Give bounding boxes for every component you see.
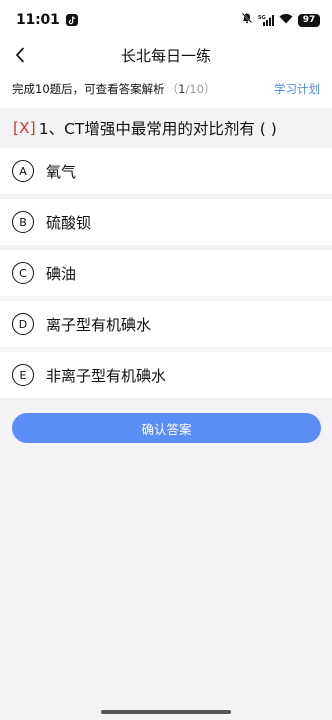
- mute-bell-icon: [241, 12, 253, 28]
- option-d[interactable]: D 离子型有机碘水: [0, 301, 332, 347]
- option-letter: D: [12, 313, 34, 335]
- option-letter: E: [12, 364, 34, 386]
- back-button[interactable]: [6, 41, 34, 69]
- chevron-left-icon: [16, 47, 24, 63]
- option-letter: A: [12, 160, 34, 182]
- status-time: 11:01: [16, 12, 60, 28]
- signal-icon: 5G: [258, 14, 274, 26]
- status-bar: 11:01 5G 97: [0, 0, 332, 40]
- nav-bar: 长北每日一练: [0, 40, 332, 70]
- question-type-tag: [X]: [13, 119, 36, 137]
- info-text: 完成10题后，可查看答案解析: [12, 82, 165, 96]
- question-text: 1、CT增强中最常用的对比剂有 ( ): [38, 120, 277, 138]
- network-label: 5G: [258, 15, 266, 21]
- option-letter: C: [12, 262, 34, 284]
- page-title: 长北每日一练: [120, 46, 211, 65]
- option-e[interactable]: E 非离子型有机碘水: [0, 352, 332, 398]
- progress-counter: （1/10）: [167, 81, 216, 97]
- progress-open: （: [166, 82, 179, 96]
- option-text: 硫酸钡: [46, 213, 92, 232]
- option-text: 氧气: [46, 162, 77, 181]
- option-text: 非离子型有机碘水: [46, 366, 167, 385]
- battery-indicator: 97: [298, 13, 320, 27]
- status-icons: 5G 97: [241, 12, 320, 28]
- home-indicator[interactable]: [101, 710, 231, 714]
- option-letter: B: [12, 211, 34, 233]
- option-b[interactable]: B 硫酸钡: [0, 199, 332, 245]
- tiktok-icon: [65, 14, 78, 26]
- option-text: 离子型有机碘水: [46, 315, 152, 334]
- option-a[interactable]: A 氧气: [0, 148, 332, 194]
- progress-total: /10）: [185, 82, 216, 96]
- study-plan-link[interactable]: 学习计划: [274, 81, 320, 97]
- info-row: 完成10题后，可查看答案解析 （1/10） 学习计划: [0, 70, 332, 108]
- wifi-icon: [279, 12, 293, 28]
- option-text: 碘油: [46, 264, 77, 283]
- screen: 11:01 5G 97 长北每日一练 完成10题后，可查看答案解析 （1/10）…: [0, 0, 332, 720]
- question: [X] 1、CT增强中最常用的对比剂有 ( ): [0, 108, 332, 148]
- confirm-answer-button[interactable]: 确认答案: [12, 413, 321, 443]
- option-c[interactable]: C 碘油: [0, 250, 332, 296]
